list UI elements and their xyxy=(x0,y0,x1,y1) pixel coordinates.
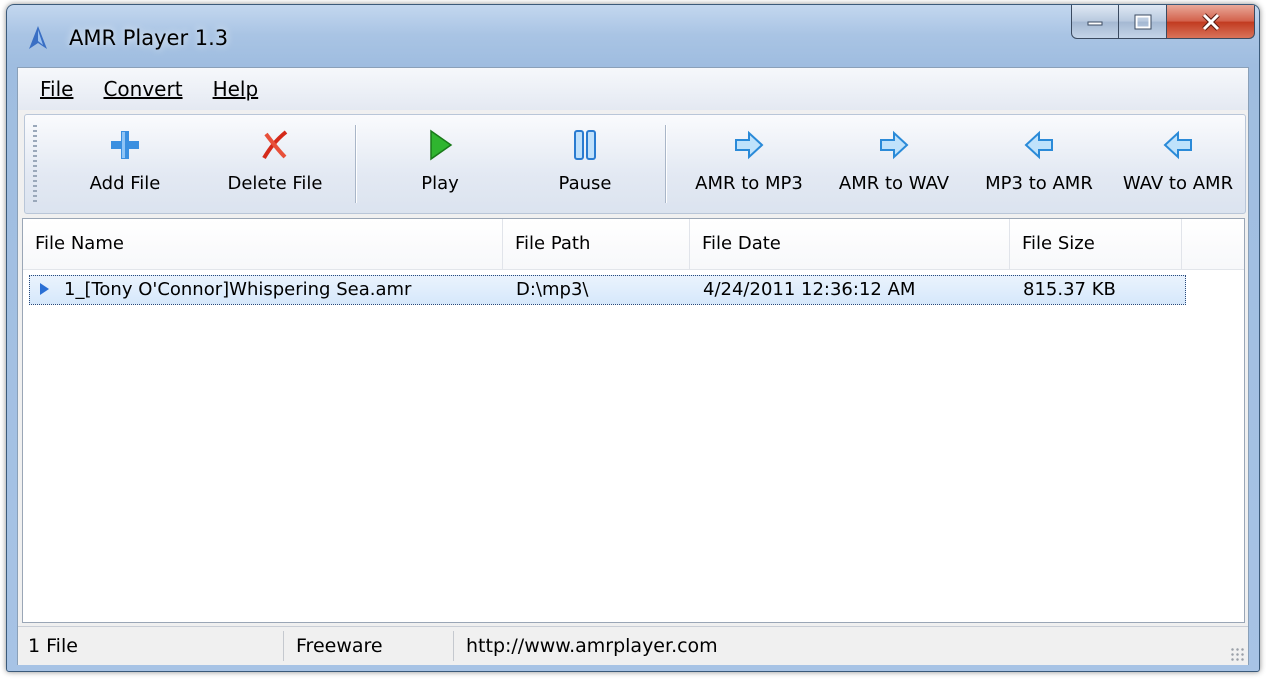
toolbar-grip[interactable] xyxy=(33,125,37,203)
toolbar-separator xyxy=(665,125,666,203)
arrow-left-icon xyxy=(1024,130,1053,160)
menu-help[interactable]: Help xyxy=(213,77,273,101)
toolbar-separator xyxy=(355,125,356,203)
arrow-right-icon xyxy=(880,130,909,160)
play-button[interactable]: Play xyxy=(380,123,500,207)
menu-bar: File Convert Help xyxy=(18,68,1248,110)
app-logo-icon xyxy=(25,25,51,51)
status-url-link[interactable]: http://www.amrplayer.com xyxy=(454,631,1234,661)
list-header: File Name File Path File Date File Size xyxy=(23,219,1244,270)
play-label: Play xyxy=(421,173,459,194)
menu-help-label: Help xyxy=(212,77,259,101)
arrow-right-icon xyxy=(735,130,764,160)
client-area: File Convert Help Add File Delete File P… xyxy=(17,67,1249,665)
title-bar[interactable]: AMR Player 1.3 xyxy=(7,5,1259,67)
minimize-icon xyxy=(1087,21,1103,25)
plus-icon xyxy=(111,131,139,159)
delete-file-label: Delete File xyxy=(227,173,323,194)
pause-label: Pause xyxy=(558,173,612,194)
cell-file-size: 815.37 KB xyxy=(1023,279,1116,300)
maximize-button[interactable] xyxy=(1119,5,1167,39)
play-icon xyxy=(430,129,453,161)
mp3-to-amr-label: MP3 to AMR xyxy=(985,173,1093,194)
cell-file-name: 1_[Tony O'Connor]Whispering Sea.amr xyxy=(64,279,412,300)
menu-convert-label: Convert xyxy=(103,77,183,101)
menu-file[interactable]: File xyxy=(40,77,87,101)
amr-to-wav-button[interactable]: AMR to WAV xyxy=(820,123,968,207)
menu-convert[interactable]: Convert xyxy=(103,77,196,101)
menu-file-label: File xyxy=(40,77,74,101)
wav-to-amr-label: WAV to AMR xyxy=(1122,173,1234,194)
delete-file-button[interactable]: Delete File xyxy=(210,123,340,207)
column-file-name[interactable]: File Name xyxy=(23,219,503,269)
cell-file-path: D:\mp3\ xyxy=(516,279,589,300)
column-file-path[interactable]: File Path xyxy=(503,219,690,269)
cell-file-date: 4/24/2011 12:36:12 AM xyxy=(703,279,916,300)
minimize-button[interactable] xyxy=(1071,5,1119,39)
close-icon xyxy=(1201,12,1220,31)
pause-button[interactable]: Pause xyxy=(525,123,645,207)
add-file-label: Add File xyxy=(89,173,161,194)
amr-to-wav-label: AMR to WAV xyxy=(838,173,950,194)
status-license: Freeware xyxy=(284,631,454,661)
close-button[interactable] xyxy=(1167,5,1255,39)
status-file-count: 1 File xyxy=(22,631,284,661)
maximize-icon xyxy=(1134,14,1151,29)
mp3-to-amr-button[interactable]: MP3 to AMR xyxy=(967,123,1111,207)
playing-indicator-icon xyxy=(40,283,49,295)
column-file-date[interactable]: File Date xyxy=(690,219,1010,269)
toolbar: Add File Delete File Play Pause AMR to M… xyxy=(24,114,1246,214)
delete-x-icon xyxy=(262,130,288,160)
caption-buttons xyxy=(1071,5,1255,39)
file-list[interactable]: File Name File Path File Date File Size … xyxy=(22,218,1245,623)
table-row[interactable]: 1_[Tony O'Connor]Whispering Sea.amr D:\m… xyxy=(29,275,1186,305)
resize-grip[interactable] xyxy=(1230,647,1244,661)
status-bar: 1 File Freeware http://www.amrplayer.com xyxy=(18,626,1248,665)
arrow-left-icon xyxy=(1163,130,1192,160)
add-file-button[interactable]: Add File xyxy=(65,123,185,207)
app-window: AMR Player 1.3 File Convert Help Add Fil… xyxy=(6,4,1260,672)
column-file-size[interactable]: File Size xyxy=(1010,219,1182,269)
amr-to-mp3-button[interactable]: AMR to MP3 xyxy=(675,123,823,207)
amr-to-mp3-label: AMR to MP3 xyxy=(695,173,803,194)
wav-to-amr-button[interactable]: WAV to AMR xyxy=(1111,123,1245,207)
pause-icon xyxy=(574,130,596,160)
window-title: AMR Player 1.3 xyxy=(69,26,229,50)
